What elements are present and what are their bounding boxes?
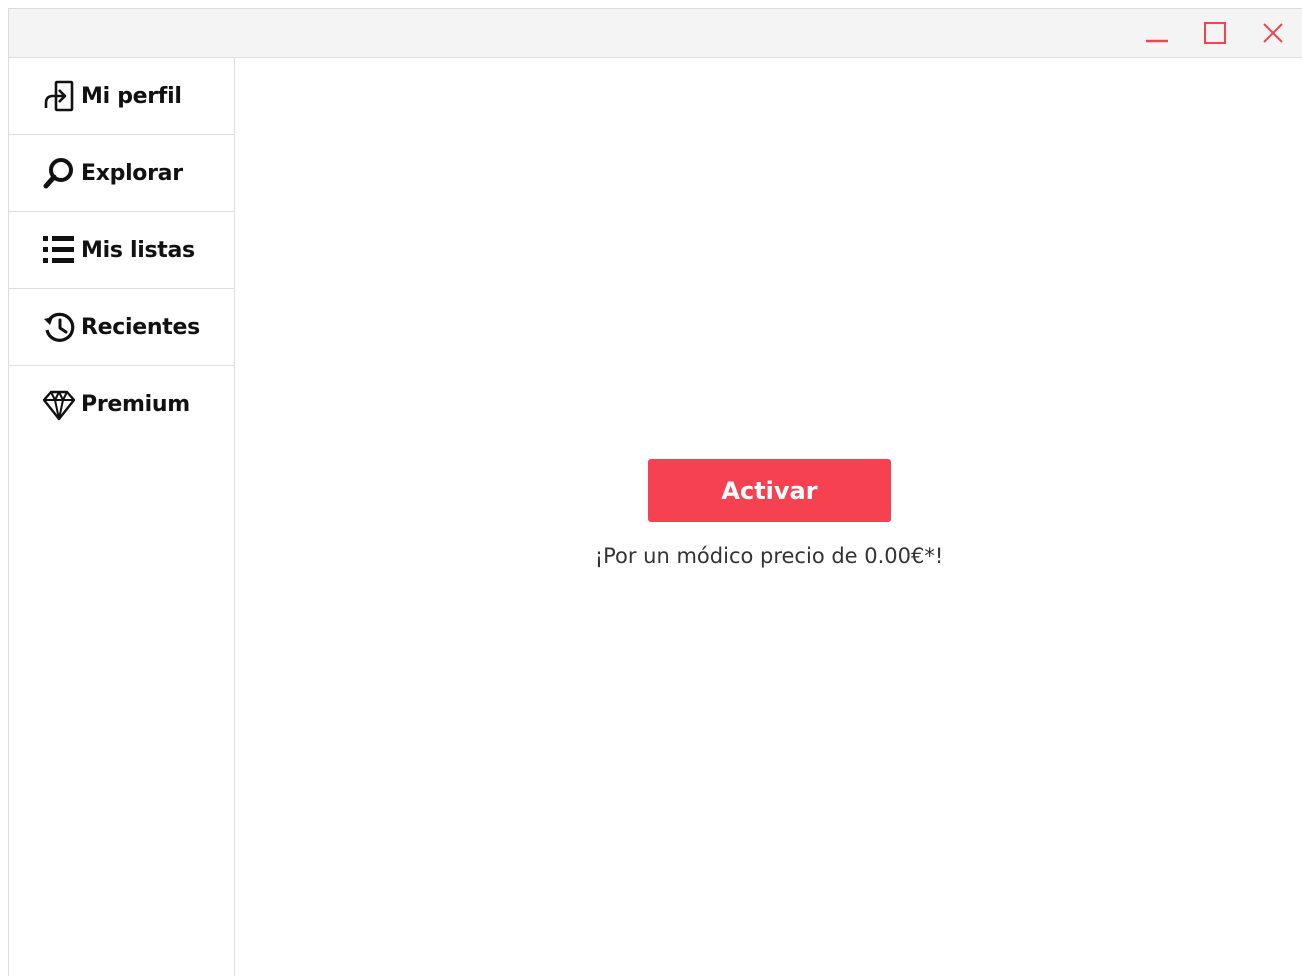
sidebar-item-premium[interactable]: Premium	[9, 366, 234, 443]
main-content: Activar ¡Por un módico precio de 0.00€*!	[235, 58, 1302, 976]
activate-button[interactable]: Activar	[648, 459, 891, 522]
price-note: ¡Por un módico precio de 0.00€*!	[594, 544, 944, 568]
login-icon	[41, 78, 77, 114]
sidebar-item-label: Mi perfil	[81, 83, 182, 109]
sidebar-item-label: Premium	[81, 392, 190, 417]
close-icon	[1263, 23, 1283, 43]
diamond-icon	[41, 387, 77, 423]
window-controls	[1128, 9, 1302, 57]
list-icon	[41, 232, 77, 268]
sidebar-item-label: Recientes	[81, 314, 200, 340]
sidebar-item-mis-listas[interactable]: Mis listas	[9, 212, 234, 289]
minimize-button[interactable]	[1128, 9, 1186, 57]
sidebar-item-mi-perfil[interactable]: Mi perfil	[9, 58, 234, 135]
app-window: Mi perfil Explorar Mis listas Recientes …	[8, 8, 1302, 976]
sidebar-item-recientes[interactable]: Recientes	[9, 289, 234, 366]
history-icon	[41, 309, 77, 345]
maximize-button[interactable]	[1186, 9, 1244, 57]
sidebar-item-label: Explorar	[81, 160, 183, 186]
title-bar	[9, 9, 1302, 58]
sidebar: Mi perfil Explorar Mis listas Recientes …	[9, 58, 235, 976]
search-icon	[41, 155, 77, 191]
maximize-icon	[1204, 22, 1226, 44]
minimize-icon	[1146, 39, 1168, 43]
sidebar-item-label: Mis listas	[81, 237, 195, 263]
sidebar-item-explorar[interactable]: Explorar	[9, 135, 234, 212]
close-button[interactable]	[1244, 9, 1302, 57]
